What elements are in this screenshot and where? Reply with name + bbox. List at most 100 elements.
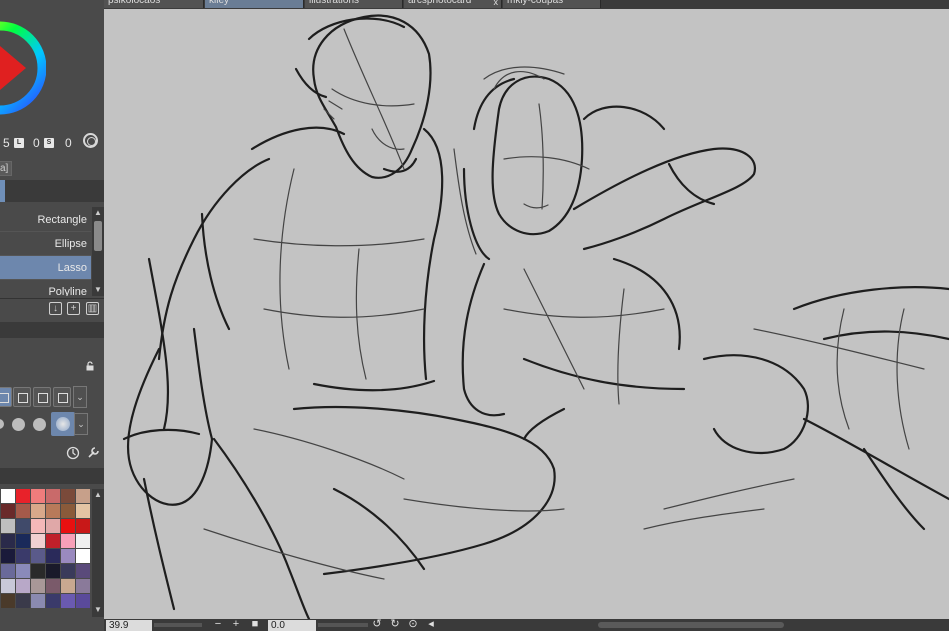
palette-swatch[interactable] xyxy=(61,549,75,563)
rotate-right-icon[interactable]: ↻ xyxy=(388,619,402,631)
scroll-up-icon[interactable]: ▲ xyxy=(93,208,103,218)
tab-kiley[interactable]: kiley xyxy=(205,0,304,8)
sub-tool-selected[interactable] xyxy=(0,180,5,202)
color-wheel-icon[interactable] xyxy=(83,133,98,148)
brush-tip-3-icon[interactable] xyxy=(33,418,46,431)
palette-swatch[interactable] xyxy=(46,519,60,533)
palette-swatch[interactable] xyxy=(31,489,45,503)
palette-swatch[interactable] xyxy=(31,564,45,578)
palette-swatch[interactable] xyxy=(31,519,45,533)
palette-swatch[interactable] xyxy=(76,564,90,578)
palette-swatch[interactable] xyxy=(46,564,60,578)
flip-icon[interactable]: ◂ xyxy=(424,619,438,631)
reset-rotation-icon[interactable]: ⊙ xyxy=(406,619,420,631)
palette-swatch[interactable] xyxy=(61,504,75,518)
palette-swatch[interactable] xyxy=(61,489,75,503)
canvas-h-scrollbar[interactable] xyxy=(598,622,784,628)
palette-swatch[interactable] xyxy=(76,519,90,533)
scroll-down-icon[interactable]: ▼ xyxy=(93,605,103,615)
palette-swatch[interactable] xyxy=(16,534,30,548)
palette-swatch[interactable] xyxy=(1,549,15,563)
palette-swatch[interactable] xyxy=(31,594,45,608)
brush-dropdown-icon[interactable]: ⌄ xyxy=(74,413,88,435)
palette-swatch[interactable] xyxy=(46,594,60,608)
palette-swatch[interactable] xyxy=(16,579,30,593)
palette-swatch[interactable] xyxy=(76,534,90,548)
tab-psikolocaos[interactable]: psikolocaos xyxy=(104,0,204,8)
palette-swatch[interactable] xyxy=(61,579,75,593)
fit-icon[interactable]: ■ xyxy=(249,619,261,631)
zoom-in-icon[interactable]: + xyxy=(230,619,242,631)
tab-illustrations[interactable]: illustrations xyxy=(305,0,403,8)
new-layer-icon[interactable] xyxy=(13,387,31,407)
palette-swatch[interactable] xyxy=(61,594,75,608)
palette-swatch[interactable] xyxy=(76,579,90,593)
brush-tip-1-icon[interactable] xyxy=(0,419,4,429)
layer-dropdown-icon[interactable]: ⌄ xyxy=(73,386,87,408)
palette-swatch[interactable] xyxy=(1,519,15,533)
trash-icon[interactable]: ▥ xyxy=(86,302,99,315)
brush-tip-2-icon[interactable] xyxy=(12,418,25,431)
tool-polyline[interactable]: Polyline xyxy=(0,280,91,296)
tool-rectangle[interactable]: Rectangle xyxy=(0,208,91,232)
palette-swatch[interactable] xyxy=(61,519,75,533)
rotation-field[interactable]: 0.0 xyxy=(268,620,316,631)
palette-swatch[interactable] xyxy=(61,534,75,548)
palette-swatch[interactable] xyxy=(1,534,15,548)
palette-swatch[interactable] xyxy=(46,549,60,563)
copy-layer-icon[interactable] xyxy=(33,387,51,407)
tool-lasso[interactable]: Lasso xyxy=(0,256,91,280)
palette-swatch[interactable] xyxy=(16,564,30,578)
wrench-icon[interactable] xyxy=(86,446,100,460)
palette-swatch[interactable] xyxy=(1,594,15,608)
palette-swatch[interactable] xyxy=(76,489,90,503)
palette-swatch[interactable] xyxy=(1,579,15,593)
palette-swatch[interactable] xyxy=(76,594,90,608)
palette-swatch[interactable] xyxy=(1,564,15,578)
palette-swatch[interactable] xyxy=(1,504,15,518)
zoom-field[interactable]: 39.9 xyxy=(106,620,152,631)
navigator-icon[interactable] xyxy=(66,446,80,460)
palette-swatch[interactable] xyxy=(1,489,15,503)
drawing-canvas[interactable] xyxy=(104,9,949,619)
palette-swatch[interactable] xyxy=(76,504,90,518)
brush-tip-soft-icon[interactable] xyxy=(51,412,75,436)
palette-swatch[interactable] xyxy=(46,489,60,503)
palette-swatch[interactable] xyxy=(16,594,30,608)
import-icon[interactable]: ↓ xyxy=(49,302,62,315)
rotate-left-icon[interactable]: ↺ xyxy=(370,619,384,631)
tab-mkiy-coupas[interactable]: mkiy-coupas xyxy=(503,0,601,8)
palette-swatch[interactable] xyxy=(16,549,30,563)
palette-swatch[interactable] xyxy=(46,579,60,593)
palette-swatch[interactable] xyxy=(16,519,30,533)
sub-tool-bar xyxy=(0,180,104,202)
zoom-slider[interactable] xyxy=(154,623,202,627)
tool-ellipse[interactable]: Ellipse xyxy=(0,232,91,256)
scroll-up-icon[interactable]: ▲ xyxy=(93,490,103,500)
palette-swatch[interactable] xyxy=(61,564,75,578)
palette-swatch[interactable] xyxy=(46,504,60,518)
panel-tab[interactable]: a] xyxy=(0,161,12,176)
layer-mode-1-icon[interactable] xyxy=(0,387,12,407)
palette-swatch[interactable] xyxy=(16,504,30,518)
palette-swatch[interactable] xyxy=(76,549,90,563)
palette-swatch[interactable] xyxy=(16,489,30,503)
hue-value: 5 xyxy=(3,136,10,150)
close-tab-icon[interactable]: x xyxy=(494,0,499,7)
zoom-out-icon[interactable]: − xyxy=(212,619,224,631)
add-icon[interactable]: + xyxy=(67,302,80,315)
palette-swatch[interactable] xyxy=(31,579,45,593)
rotation-slider[interactable] xyxy=(318,623,368,627)
palette-swatch[interactable] xyxy=(31,504,45,518)
palette-swatch[interactable] xyxy=(31,534,45,548)
tool-list-scrollbar[interactable]: ▲ ▼ xyxy=(92,207,104,296)
scroll-down-icon[interactable]: ▼ xyxy=(93,285,103,295)
palette-swatch[interactable] xyxy=(31,549,45,563)
palette-swatch[interactable] xyxy=(46,534,60,548)
merge-layer-icon[interactable] xyxy=(53,387,71,407)
tab-arcsphotocard[interactable]: arcsphotocard x xyxy=(404,0,502,8)
lock-icon[interactable] xyxy=(85,361,95,371)
palette-scrollbar[interactable]: ▲ ▼ xyxy=(92,489,104,617)
scroll-thumb[interactable] xyxy=(94,221,102,251)
color-wheel[interactable] xyxy=(0,0,46,132)
